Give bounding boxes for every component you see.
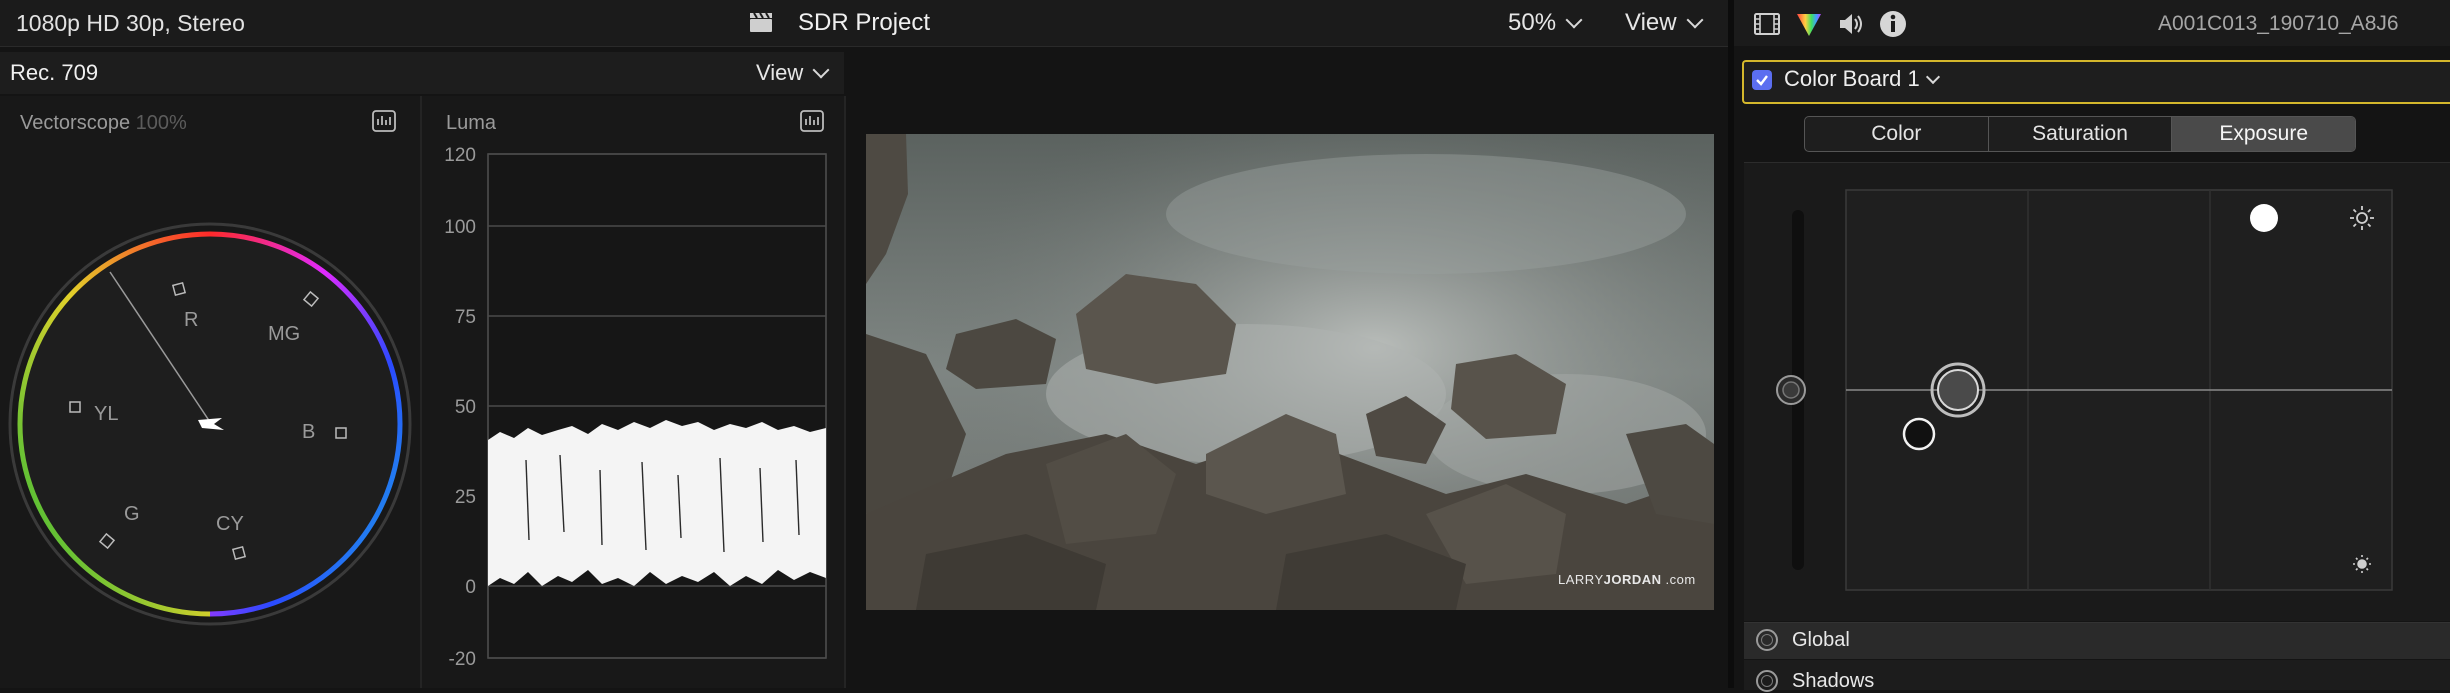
chevron-down-icon (1686, 11, 1704, 29)
target-label-yl: YL (94, 403, 118, 425)
shadows-label: Shadows (1792, 670, 1875, 692)
shadows-ring-icon (1756, 670, 1778, 692)
tab-saturation[interactable]: Saturation (1989, 117, 2173, 151)
vectorscope-name: Vectorscope (20, 112, 131, 134)
chevron-down-icon (812, 61, 830, 79)
clip-name: A001C013_190710_A8J6 (2158, 12, 2399, 35)
target-label-b: B (302, 421, 315, 443)
midtones-exposure-puck[interactable] (1930, 362, 1986, 418)
master-slider-knob[interactable] (1776, 375, 1806, 405)
tab-color[interactable]: Color (1805, 117, 1989, 151)
global-label: Global (1792, 629, 1850, 651)
chevron-down-icon (1565, 11, 1583, 29)
color-standard-label: Rec. 709 (10, 60, 99, 85)
watermark-part: .com (1665, 572, 1696, 587)
viewer-view-menu[interactable]: View (1625, 9, 1704, 37)
chevron-down-icon (1925, 69, 1940, 85)
scope-settings-icon[interactable] (372, 110, 396, 132)
scopes-view-menu[interactable]: View (756, 60, 830, 86)
zoom-menu[interactable]: 50% (1508, 9, 1583, 37)
video-frame-image (866, 134, 1714, 610)
vectorscope-title: Vectorscope 100% (20, 112, 187, 135)
luma-tick: 100 (444, 217, 476, 238)
effect-title: Color Board 1 (1784, 66, 1920, 91)
effect-enable-checkbox[interactable] (1752, 70, 1772, 90)
master-exposure-puck[interactable] (2250, 204, 2278, 232)
video-inspector-icon[interactable] (1752, 9, 1782, 39)
audio-inspector-icon[interactable] (1836, 9, 1866, 39)
vectorscope-percent: 100% (135, 112, 187, 134)
color-inspector-icon[interactable] (1794, 9, 1824, 39)
luma-tick: 50 (455, 397, 476, 418)
shadows-exposure-puck[interactable] (1902, 417, 1936, 451)
luma-tick: 25 (455, 487, 476, 508)
global-ring-icon (1756, 629, 1778, 651)
target-label-r: R (184, 309, 198, 331)
scopes-header (0, 52, 844, 94)
global-row[interactable] (1744, 622, 2450, 659)
target-label-g: G (124, 503, 140, 525)
luma-trace (488, 420, 826, 586)
project-title: SDR Project (798, 9, 931, 36)
zoom-value: 50% (1508, 9, 1557, 36)
vectorscope: R MG B CY G YL (8, 222, 412, 626)
tab-exposure[interactable]: Exposure (2172, 117, 2355, 151)
effect-title-menu[interactable]: Color Board 1 (1784, 66, 1940, 92)
scope-settings-icon[interactable] (800, 110, 824, 132)
watermark-part: JORDAN (1603, 572, 1662, 587)
scopes-view-label: View (756, 60, 804, 85)
info-inspector-icon[interactable] (1878, 9, 1908, 39)
view-label: View (1625, 9, 1677, 36)
watermark-part: LARRY (1558, 572, 1604, 587)
luma-tick: 75 (455, 307, 476, 328)
panel-divider[interactable] (1728, 0, 1734, 688)
format-info: 1080p HD 30p, Stereo (16, 10, 245, 36)
clapperboard-icon (750, 12, 772, 32)
luma-tick: -20 (449, 649, 476, 670)
watermark: LARRYJORDAN .com (1558, 572, 1696, 587)
luma-waveform: 120 100 75 50 25 0 -20 (444, 145, 827, 670)
color-board-tabs: Color Saturation Exposure (1804, 116, 2356, 152)
target-label-cy: CY (216, 513, 244, 535)
luma-tick: 120 (444, 145, 476, 166)
target-label-mg: MG (268, 323, 300, 345)
viewer-frame[interactable] (866, 134, 1714, 610)
exposure-board (1776, 189, 2393, 591)
luma-title: Luma (446, 112, 497, 134)
luma-tick: 0 (465, 577, 476, 598)
